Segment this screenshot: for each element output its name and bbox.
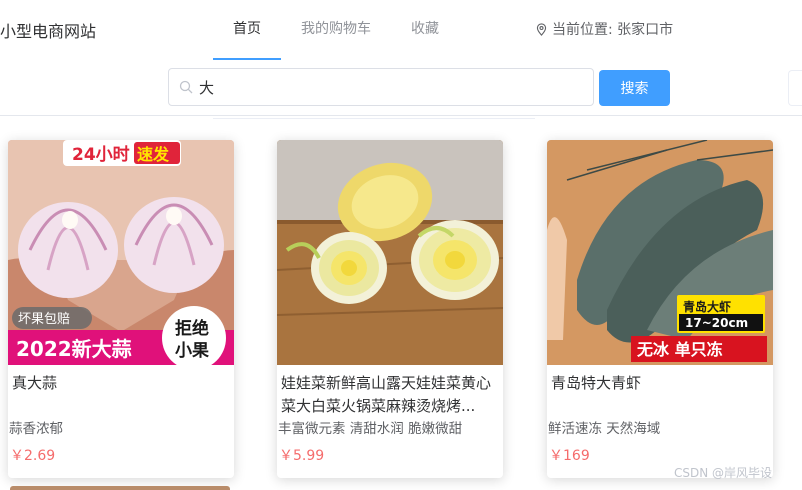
garlic-promo-highlight: 速发 [137, 145, 170, 164]
product-name[interactable]: 娃娃菜新鲜高山露天娃娃菜黄心菜大白菜火锅菜麻辣烫烧烤... [281, 372, 501, 418]
suggestion-dropdown-edge [213, 118, 535, 119]
garlic-tag: 坏果包赔 [18, 312, 70, 327]
product-price: ￥2.69 [10, 448, 56, 464]
product-name[interactable]: 真大蒜 [12, 372, 232, 395]
nav-cart[interactable]: 我的购物车 [281, 0, 391, 60]
nav-favorites[interactable]: 收藏 [391, 0, 459, 60]
search-input[interactable] [169, 69, 593, 105]
search-icon [179, 80, 193, 94]
search-field[interactable] [168, 68, 594, 106]
shrimp-banner: 无冰 单只冻 [636, 340, 723, 359]
shrimp-label-title: 青岛大虾 [683, 299, 731, 314]
nav-home[interactable]: 首页 [213, 0, 281, 60]
current-location[interactable]: 当前位置: 张家口市 [535, 19, 673, 39]
product-card[interactable]: 24小时 速发 坏果包赔 2022新大蒜 拒绝 小果 真大蒜 蒜香浓郁 ￥2.6… [8, 140, 234, 478]
garlic-badge-line2: 小果 [175, 341, 209, 361]
location-text: 当前位置: 张家口市 [552, 22, 674, 38]
product-image-garlic[interactable]: 24小时 速发 坏果包赔 2022新大蒜 拒绝 小果 [8, 140, 234, 365]
next-row-card-edge [10, 486, 230, 490]
main-nav: 首页 我的购物车 收藏 [213, 0, 459, 60]
product-image-cabbage[interactable] [277, 140, 503, 365]
location-pin-icon [536, 22, 547, 36]
search-button[interactable]: 搜索 [599, 70, 670, 106]
product-image-shrimp[interactable]: 青岛大虾 17~20cm 无冰 单只冻 [547, 140, 773, 365]
garlic-banner: 2022新大蒜 [16, 337, 132, 361]
product-description: 鲜活速冻 天然海域 [548, 421, 661, 437]
product-name[interactable]: 青岛特大青虾 [551, 372, 771, 395]
product-card[interactable]: 青岛大虾 17~20cm 无冰 单只冻 青岛特大青虾 鲜活速冻 天然海域 ￥16… [547, 140, 773, 478]
product-description: 蒜香浓郁 [9, 421, 63, 437]
shrimp-label-size: 17~20cm [685, 316, 748, 330]
product-description: 丰富微元素 清甜水润 脆嫩微甜 [278, 421, 463, 437]
search-bar: 搜索 [0, 60, 802, 116]
product-price: ￥169 [549, 448, 590, 464]
product-card[interactable]: 娃娃菜新鲜高山露天娃娃菜黄心菜大白菜火锅菜麻辣烫烧烤... 丰富微元素 清甜水润… [277, 140, 503, 478]
garlic-promo-top: 24小时 [72, 145, 130, 165]
product-price: ￥5.99 [279, 448, 325, 464]
garlic-badge-line1: 拒绝 [175, 318, 209, 339]
site-logo[interactable]: 小型电商网站 [0, 18, 96, 42]
offscreen-button[interactable] [788, 70, 802, 106]
header: 小型电商网站 首页 我的购物车 收藏 当前位置: 张家口市 [0, 0, 802, 60]
watermark: CSDN @岸风毕设 [674, 466, 773, 480]
